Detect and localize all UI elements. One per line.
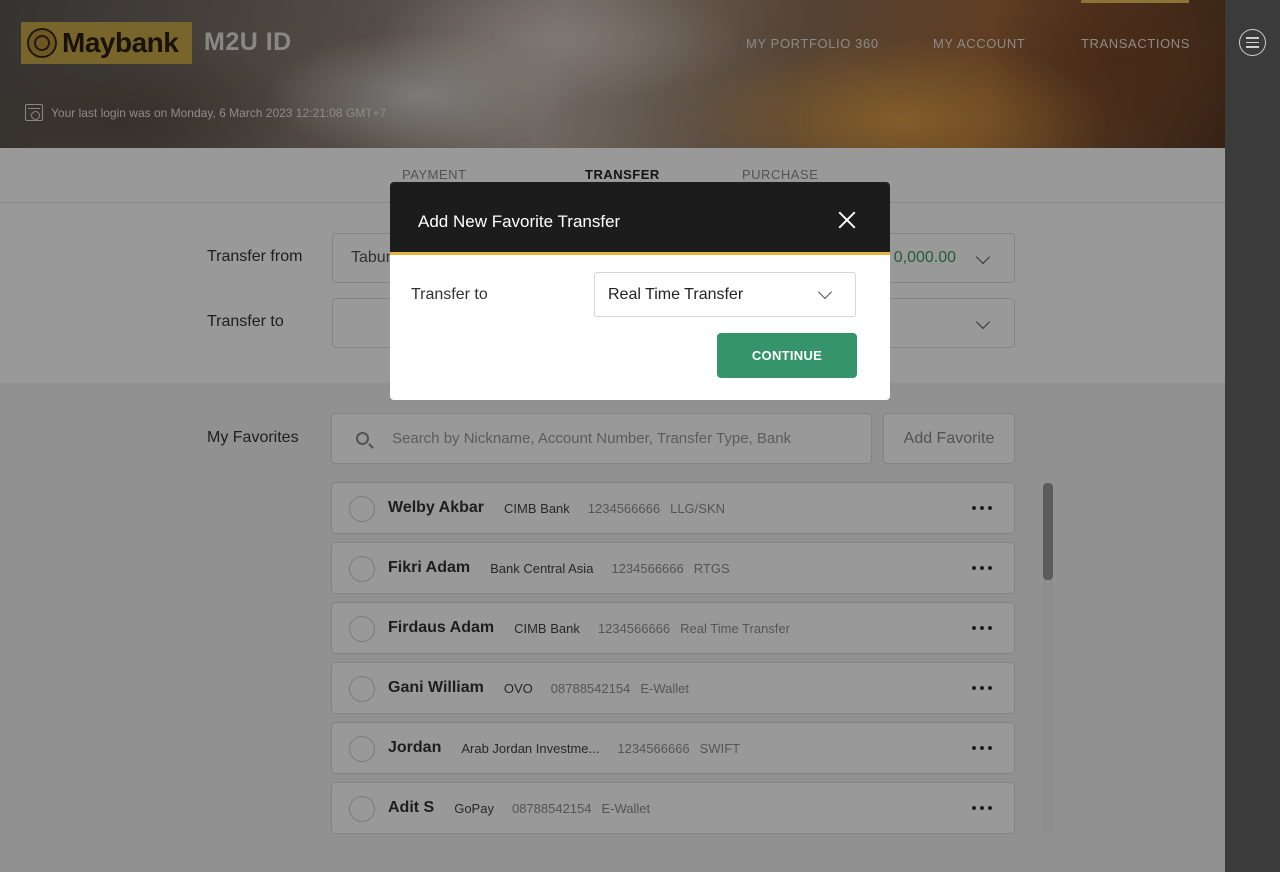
modal-transfer-to-label: Transfer to	[411, 286, 488, 303]
continue-button[interactable]: CONTINUE	[717, 333, 857, 378]
hamburger-menu-icon[interactable]	[1239, 29, 1266, 56]
transfer-type-value: Real Time Transfer	[608, 286, 744, 303]
add-favorite-modal: Add New Favorite Transfer Transfer to Re…	[390, 182, 890, 400]
modal-overlay[interactable]	[0, 0, 1225, 872]
close-icon[interactable]	[838, 211, 856, 229]
chevron-down-icon	[817, 284, 833, 300]
right-rail	[1225, 0, 1280, 872]
modal-title: Add New Favorite Transfer	[418, 212, 621, 231]
transfer-type-select[interactable]: Real Time Transfer	[594, 272, 856, 317]
modal-header: Add New Favorite Transfer	[390, 182, 890, 255]
